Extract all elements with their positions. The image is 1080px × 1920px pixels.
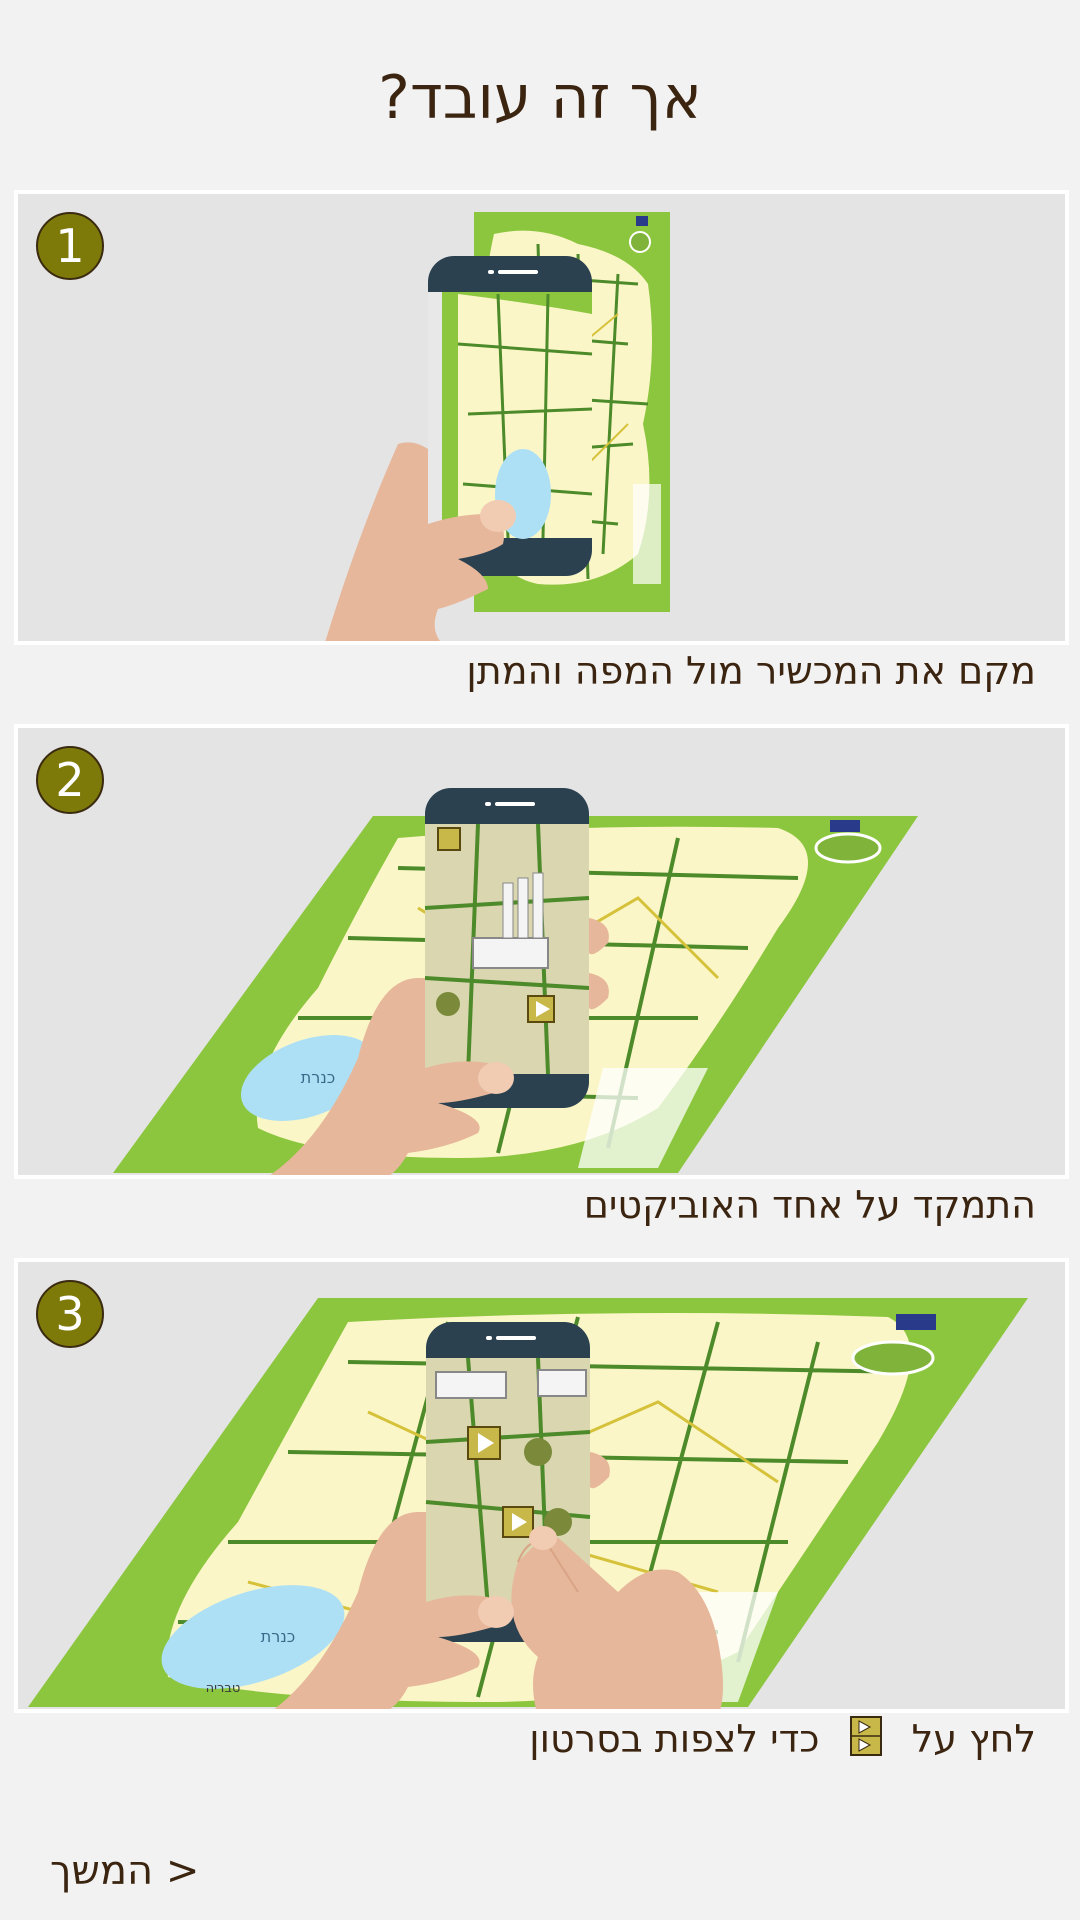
city-label: טבריה [206,1681,241,1696]
step-1-illustration [325,212,670,641]
step-3-illustration: כנרת טבריה [28,1298,1028,1709]
step-1-panel: 1 [14,190,1069,645]
step-1-badge: 1 [36,212,104,280]
lake-label: כנרת [261,1627,295,1646]
play-box-icon [849,1715,882,1768]
step-3-caption-before: לחץ על [911,1717,1036,1761]
step-2-illustration: כנרת [113,788,918,1175]
continue-button[interactable]: המשך > [50,1844,199,1898]
step-3-badge: 3 [36,1280,104,1348]
page-title: אך זה עובד? [378,63,702,133]
lake-label: כנרת [301,1068,335,1087]
step-2-badge: 2 [36,746,104,814]
step-2-caption: התמקד על אחד האוביקטים [583,1183,1036,1227]
step-3-caption: לחץ על כדי לצפות בסרטון [529,1714,1036,1768]
step-3-caption-after: כדי לצפות בסרטון [529,1717,820,1761]
step-3-panel: כנרת טבריה 3 [14,1258,1069,1713]
step-2-panel: כנרת 2 [14,724,1069,1179]
step-1-caption: מקם את המכשיר מול המפה והמתן [466,649,1036,693]
